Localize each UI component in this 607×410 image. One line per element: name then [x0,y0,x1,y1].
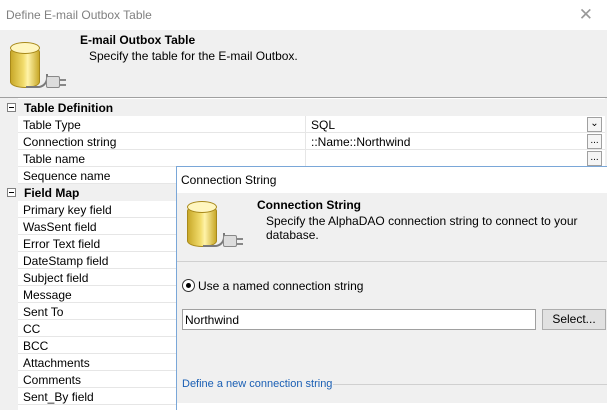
dialog-footer [177,403,607,410]
row-table-type[interactable]: Table Type SQL ⌄ [18,116,605,133]
database-plug-icon [185,199,245,255]
connection-name-input[interactable] [182,309,536,330]
row-label: DateStamp field [23,254,109,268]
close-icon[interactable]: ✕ [579,5,593,25]
row-label: WasSent field [23,220,97,234]
header-subtitle: Specify the table for the E-mail Outbox. [89,49,298,63]
link-divider [333,384,607,385]
row-label: Attachments [23,356,90,370]
grid-gutter [4,98,18,410]
row-label: BCC [23,339,49,353]
row-label: Connection string [23,135,117,149]
database-plug-icon [8,40,68,96]
row-label: Comments [23,373,82,387]
row-table-name[interactable]: Table name ... [18,150,605,167]
row-label: Sent_By field [23,390,94,404]
window-title: Define E-mail Outbox Table [6,8,152,22]
radio-label: Use a named connection string [198,279,364,293]
row-value: ::Name::Northwind [311,135,411,149]
row-label: Primary key field [23,203,112,217]
row-label: Message [23,288,72,302]
row-label: Table Type [23,118,81,132]
category-label: Table Definition [24,101,114,115]
radio-button[interactable] [182,279,195,292]
row-label: Subject field [23,271,89,285]
row-label: Error Text field [23,237,101,251]
dialog-header-subtitle: Specify the AlphaDAO connection string t… [266,214,578,242]
row-connection-string[interactable]: Connection string ::Name::Northwind ... [18,133,605,150]
row-label: Sequence name [23,169,111,183]
ellipsis-button[interactable]: ... [587,134,602,149]
row-label: Table name [23,152,86,166]
collapse-icon[interactable] [7,103,16,112]
dialog-divider [177,261,607,262]
row-value: SQL [311,118,336,132]
window-titlebar: Define E-mail Outbox Table ✕ [0,0,607,30]
row-label: Sent To [23,305,64,319]
header-title: E-mail Outbox Table [80,33,196,47]
dialog-header-title: Connection String [257,198,361,212]
chevron-down-icon[interactable]: ⌄ [587,117,602,132]
collapse-icon[interactable] [7,188,16,197]
select-button[interactable]: Select... [542,309,606,330]
define-new-connection-link[interactable]: Define a new connection string [182,378,332,390]
category-table-definition[interactable]: Table Definition [4,99,605,116]
dialog-header: Connection String Specify the AlphaDAO c… [177,193,607,261]
connection-string-dialog: Connection String Connection String Spec… [176,166,607,410]
category-label: Field Map [24,186,80,200]
row-label: CC [23,322,41,336]
dialog-title: Connection String [181,173,277,187]
dialog-titlebar: Connection String [177,167,607,193]
ellipsis-button[interactable]: ... [587,151,602,166]
